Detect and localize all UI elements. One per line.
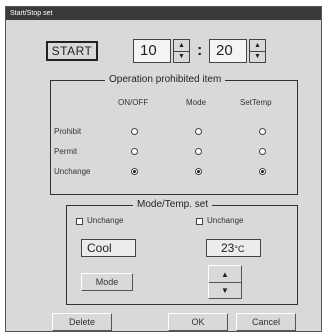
mode-unchange-label: Unchange	[87, 216, 124, 225]
mode-display: Cool	[81, 239, 136, 257]
minute-spinner[interactable]: ▲ ▼	[249, 39, 266, 63]
radio-prohibit-onoff[interactable]	[131, 128, 138, 135]
hour-field[interactable]: 10	[133, 39, 171, 63]
radio-unchange-settemp[interactable]	[259, 168, 266, 175]
row-label-permit: Permit	[54, 147, 78, 156]
col-header-mode: Mode	[186, 98, 207, 107]
temp-value: 23	[221, 241, 235, 255]
radio-permit-settemp[interactable]	[259, 148, 266, 155]
radio-prohibit-settemp[interactable]	[259, 128, 266, 135]
window-title: Start/Stop set	[6, 7, 321, 20]
start-label-box[interactable]: START	[46, 41, 98, 61]
radio-unchange-onoff[interactable]	[131, 168, 138, 175]
minute-field[interactable]: 20	[209, 39, 247, 63]
start-stop-dialog: Start/Stop set START 10 ▲ ▼ : 20 ▲ ▼ Ope…	[5, 6, 322, 332]
delete-button[interactable]: Delete	[52, 313, 112, 331]
cancel-button[interactable]: Cancel	[236, 313, 296, 331]
row-label-prohibit: Prohibit	[54, 127, 82, 136]
row-label-unchange: Unchange	[54, 167, 91, 176]
hour-down-icon[interactable]: ▼	[174, 51, 189, 62]
radio-prohibit-mode[interactable]	[195, 128, 202, 135]
temp-unit: °C	[234, 244, 245, 254]
ok-button[interactable]: OK	[168, 313, 228, 331]
col-header-onoff: ON/OFF	[118, 98, 149, 107]
mode-unchange-checkbox[interactable]	[76, 218, 83, 225]
temp-down-icon[interactable]: ▼	[209, 283, 241, 298]
temp-up-icon[interactable]: ▲	[209, 266, 241, 283]
hour-spinner[interactable]: ▲ ▼	[173, 39, 190, 63]
radio-unchange-mode[interactable]	[195, 168, 202, 175]
temp-spinner[interactable]: ▲ ▼	[208, 265, 242, 299]
temp-unchange-label: Unchange	[207, 216, 244, 225]
radio-permit-onoff[interactable]	[131, 148, 138, 155]
operation-group-title: Operation prohibited item	[105, 74, 226, 86]
radio-permit-mode[interactable]	[195, 148, 202, 155]
mode-button[interactable]: Mode	[81, 273, 133, 291]
col-header-settemp: SetTemp	[240, 98, 272, 107]
temp-unchange-checkbox[interactable]	[196, 218, 203, 225]
time-separator: :	[197, 42, 203, 59]
mode-temp-group-title: Mode/Temp. set	[133, 199, 213, 211]
minute-down-icon[interactable]: ▼	[250, 51, 265, 62]
temp-display: 23°C	[206, 239, 261, 257]
